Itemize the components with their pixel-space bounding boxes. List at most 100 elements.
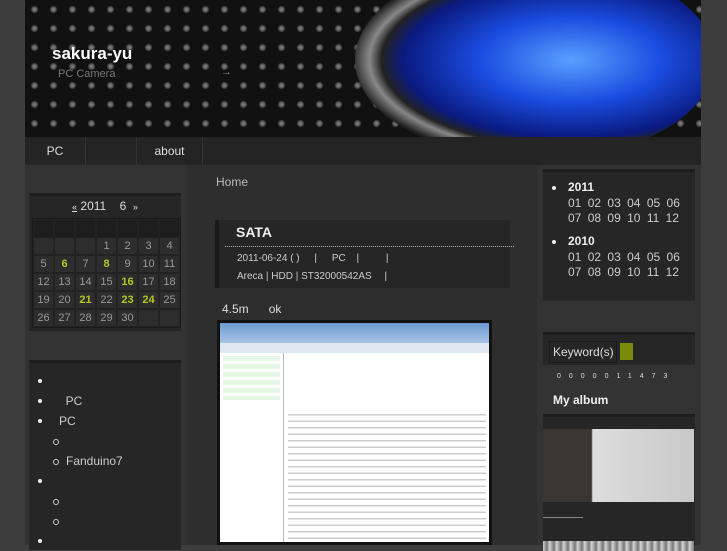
archive-month-link[interactable]: 07 <box>568 211 581 225</box>
post-tag-links[interactable]: Areca | HDD | ST32000542AS <box>237 271 372 282</box>
archive-month-link[interactable]: 01 <box>568 250 581 264</box>
calendar-day: 28 <box>75 309 96 327</box>
calendar-day[interactable]: 6 <box>54 255 75 273</box>
next-month-link[interactable]: » <box>133 202 138 212</box>
header-banner: sakura-yu PC Camera → <box>25 0 701 137</box>
archive-month-link[interactable]: 10 <box>627 211 640 225</box>
album-link-line <box>543 517 583 518</box>
calendar-month: 6 <box>119 199 127 213</box>
calendar-day: 27 <box>54 309 75 327</box>
category-item[interactable] <box>29 431 181 451</box>
archive-month-link[interactable]: 11 <box>647 265 659 279</box>
archive-month-link[interactable]: 10 <box>627 265 640 279</box>
divider <box>225 246 514 247</box>
calendar: « 2011 6 » 1 2 3 4 5 6 7 8 9 10 11 12 13 14 15 16 17 18 19… <box>29 193 181 331</box>
archive-month-link[interactable]: 06 <box>667 250 680 264</box>
category-item[interactable] <box>29 471 181 491</box>
archive-month-link[interactable]: 03 <box>607 250 620 264</box>
calendar-day[interactable]: 16 <box>117 273 138 291</box>
screenshot-table <box>288 409 486 542</box>
calendar-day: 19 <box>33 291 54 309</box>
archive-month-link[interactable]: 12 <box>666 265 679 279</box>
post-tags: Areca | HDD | ST32000542AS | <box>237 271 387 282</box>
archive-month-link[interactable]: 05 <box>647 250 660 264</box>
album-photo[interactable] <box>543 541 694 551</box>
nav-item-pc[interactable]: PC <box>25 137 86 165</box>
post-category[interactable]: PC <box>332 253 346 264</box>
calendar-day <box>159 309 180 327</box>
main-content: Home SATA 2011-06-24 ( ) | PC | | Areca … <box>187 165 537 545</box>
post-date: 2011-06-24 ( ) <box>237 253 300 264</box>
calendar-day[interactable]: 8 <box>96 255 117 273</box>
archive-month-link[interactable]: 01 <box>568 196 581 210</box>
search-box: Keyword(s) <box>543 332 695 365</box>
archive-month-link[interactable]: 02 <box>588 250 601 264</box>
site-title[interactable]: sakura-yu <box>52 44 132 64</box>
category-item[interactable]: Fanduino7 <box>29 451 181 471</box>
post-body-text: 4.5m ok <box>222 302 281 316</box>
category-item[interactable]: PC <box>29 391 181 411</box>
archive-month-link[interactable]: 05 <box>647 196 660 210</box>
calendar-day: 9 <box>117 255 138 273</box>
calendar-day: 30 <box>117 309 138 327</box>
calendar-year: 2011 <box>80 199 107 213</box>
post-meta: 2011-06-24 ( ) | PC | | <box>237 253 389 264</box>
archive-month-link[interactable]: 07 <box>568 265 581 279</box>
nav-item-about[interactable]: about <box>137 137 203 165</box>
search-button[interactable] <box>620 343 633 360</box>
archive-month-link[interactable]: 08 <box>588 265 601 279</box>
calendar-day <box>138 309 159 327</box>
page: sakura-yu PC Camera → PC about « 2011 6 … <box>25 0 701 551</box>
archive-months: 01 02 03 04 05 06 07 08 09 10 11 12 <box>551 250 691 280</box>
breadcrumb-home[interactable]: Home <box>216 175 248 189</box>
calendar-day <box>75 237 96 255</box>
archive-year: 2011 <box>551 180 695 196</box>
category-item[interactable] <box>29 531 181 551</box>
calendar-day: 29 <box>96 309 117 327</box>
keyword-input[interactable]: Keyword(s) <box>549 341 617 363</box>
category-item[interactable] <box>29 371 181 391</box>
header-lens-image <box>355 0 701 137</box>
archive-month-link[interactable]: 09 <box>607 211 620 225</box>
calendar-day[interactable]: 23 <box>117 291 138 309</box>
separator: | <box>314 253 318 264</box>
archive-months: 01 02 03 04 05 06 07 08 09 10 11 12 <box>551 196 691 226</box>
screenshot-sidebar <box>220 353 284 542</box>
category-item[interactable]: PC <box>29 411 181 431</box>
calendar-day: 22 <box>96 291 117 309</box>
album-photo[interactable] <box>543 429 694 502</box>
calendar-day[interactable]: 24 <box>138 291 159 309</box>
calendar-header: « 2011 6 » <box>29 199 181 213</box>
category-item[interactable] <box>29 491 181 511</box>
calendar-day[interactable]: 21 <box>75 291 96 309</box>
calendar-day: 25 <box>159 291 180 309</box>
calendar-day: 20 <box>54 291 75 309</box>
calendar-day: 3 <box>138 237 159 255</box>
calendar-day: 2 <box>117 237 138 255</box>
archive-month-link[interactable]: 12 <box>666 211 679 225</box>
post-title[interactable]: SATA <box>236 224 272 240</box>
archive-month-link[interactable]: 08 <box>588 211 601 225</box>
archive-list: 2011 01 02 03 04 05 06 07 08 09 10 11 12 … <box>543 169 695 301</box>
archive-month-link[interactable]: 02 <box>588 196 601 210</box>
archive-month-link[interactable]: 04 <box>627 250 640 264</box>
nav-item-blank[interactable] <box>86 137 137 165</box>
archive-month-link[interactable]: 04 <box>627 196 640 210</box>
album-title: My album <box>553 393 609 407</box>
archive-month-link[interactable]: 03 <box>607 196 620 210</box>
calendar-day: 11 <box>159 255 180 273</box>
calendar-day: 15 <box>96 273 117 291</box>
prev-month-link[interactable]: « <box>72 202 77 212</box>
category-list: PC PC Fanduino7 <box>29 360 181 550</box>
archive-month-link[interactable]: 11 <box>647 211 659 225</box>
archive-month-link[interactable]: 06 <box>667 196 680 210</box>
album-box <box>543 414 695 551</box>
archive-year: 2010 <box>551 234 695 250</box>
archive-month-link[interactable]: 09 <box>607 265 620 279</box>
calendar-day: 1 <box>96 237 117 255</box>
post-screenshot-image[interactable] <box>217 320 492 545</box>
post-header: SATA 2011-06-24 ( ) | PC | | Areca | HDD… <box>215 220 514 288</box>
arrow-icon: → <box>221 66 232 78</box>
visitor-counter: 0000011473 <box>557 373 676 380</box>
category-item[interactable] <box>29 511 181 531</box>
